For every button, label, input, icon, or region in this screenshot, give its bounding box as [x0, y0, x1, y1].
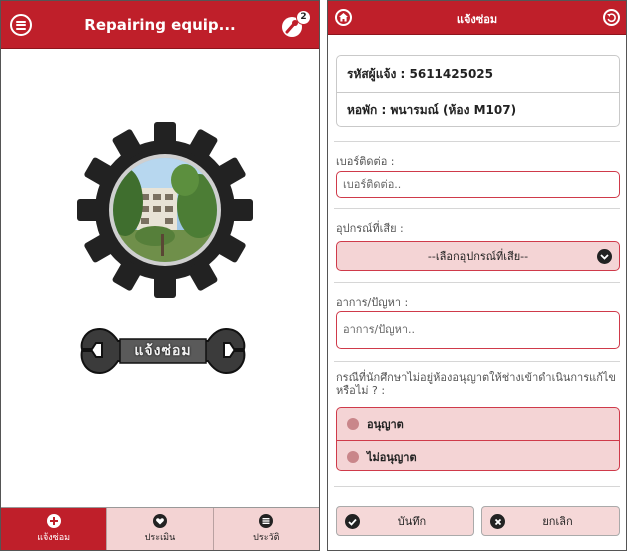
symptom-textarea[interactable]: [336, 311, 620, 349]
notification-button[interactable]: 2: [281, 10, 311, 39]
reporter-id: รหัสผู้แจ้ง : 5611425025: [347, 66, 493, 81]
phone-input[interactable]: [336, 171, 620, 198]
back-icon: [607, 13, 616, 23]
list-icon: [259, 514, 274, 528]
home-screen: Repairing equip... 2 แจ้งซ่อม แจ้งซ่อม ป…: [0, 0, 320, 551]
repair-wrench-button[interactable]: แจ้งซ่อม: [78, 319, 248, 381]
radio-allow-label: อนุญาต: [367, 418, 404, 431]
divider: [334, 208, 620, 209]
tab-evaluate-label: ประเมิน: [144, 533, 176, 543]
phone-label: เบอร์ติดต่อ :: [336, 155, 395, 168]
equipment-select-value: --เลือกอุปกรณ์ที่เสีย--: [427, 250, 529, 263]
radio-deny-label: ไม่อนุญาต: [367, 450, 417, 464]
repair-wrench-label: แจ้งซ่อม: [134, 343, 192, 359]
divider: [334, 361, 620, 362]
notification-badge: 2: [296, 10, 311, 25]
tab-report-label: แจ้งซ่อม: [37, 533, 71, 543]
equipment-select[interactable]: --เลือกอุปกรณ์ที่เสีย--: [336, 241, 620, 271]
tab-report[interactable]: แจ้งซ่อม: [1, 508, 108, 550]
notification-count: 2: [300, 12, 307, 22]
radio-dot: [347, 418, 359, 430]
radio-deny[interactable]: ไม่อนุญาต: [337, 440, 619, 470]
permission-question: กรณีที่นักศึกษาไม่อยู่ห้องอนุญาตให้ช่างเ…: [336, 371, 616, 397]
tab-history-label: ประวัติ: [253, 533, 280, 543]
heart-icon: [152, 514, 167, 528]
equipment-label: อุปกรณ์ที่เสีย :: [336, 222, 404, 235]
bottom-tab-bar: แจ้งซ่อม ประเมิน ประวัติ: [1, 507, 319, 550]
chevron-down-icon: [597, 249, 612, 264]
divider: [334, 486, 620, 487]
radio-dot: [347, 450, 359, 463]
tab-history[interactable]: ประวัติ: [213, 508, 319, 550]
divider: [334, 141, 620, 142]
tab-evaluate[interactable]: ประเมิน: [107, 508, 214, 550]
divider: [334, 282, 620, 283]
form-header: แจ้งซ่อม: [328, 1, 626, 35]
close-icon: [490, 514, 505, 529]
dormitory-info: หอพัก : พนารมณ์ (ห้อง M107): [337, 92, 619, 126]
check-icon: [345, 514, 360, 529]
app-title: Repairing equip...: [84, 16, 236, 34]
report-form-screen: แจ้งซ่อม รหัสผู้แจ้ง : 5611425025 หอพัก …: [327, 0, 627, 551]
save-button[interactable]: บันทึก: [336, 506, 474, 536]
gear-building-photo-icon: [77, 122, 253, 298]
plus-circle-icon: [46, 514, 61, 528]
back-button[interactable]: [603, 9, 620, 26]
reporter-info-box: รหัสผู้แจ้ง : 5611425025 หอพัก : พนารมณ์…: [336, 55, 620, 127]
radio-allow[interactable]: อนุญาต: [337, 408, 619, 440]
app-logo: [76, 121, 254, 299]
cancel-button[interactable]: ยกเลิก: [481, 506, 620, 536]
permission-radio-group: อนุญาต ไม่อนุญาต: [336, 407, 620, 471]
form-title: แจ้งซ่อม: [456, 13, 498, 26]
app-header: Repairing equip... 2: [1, 1, 319, 49]
symptom-label: อาการ/ปัญหา :: [336, 296, 409, 309]
